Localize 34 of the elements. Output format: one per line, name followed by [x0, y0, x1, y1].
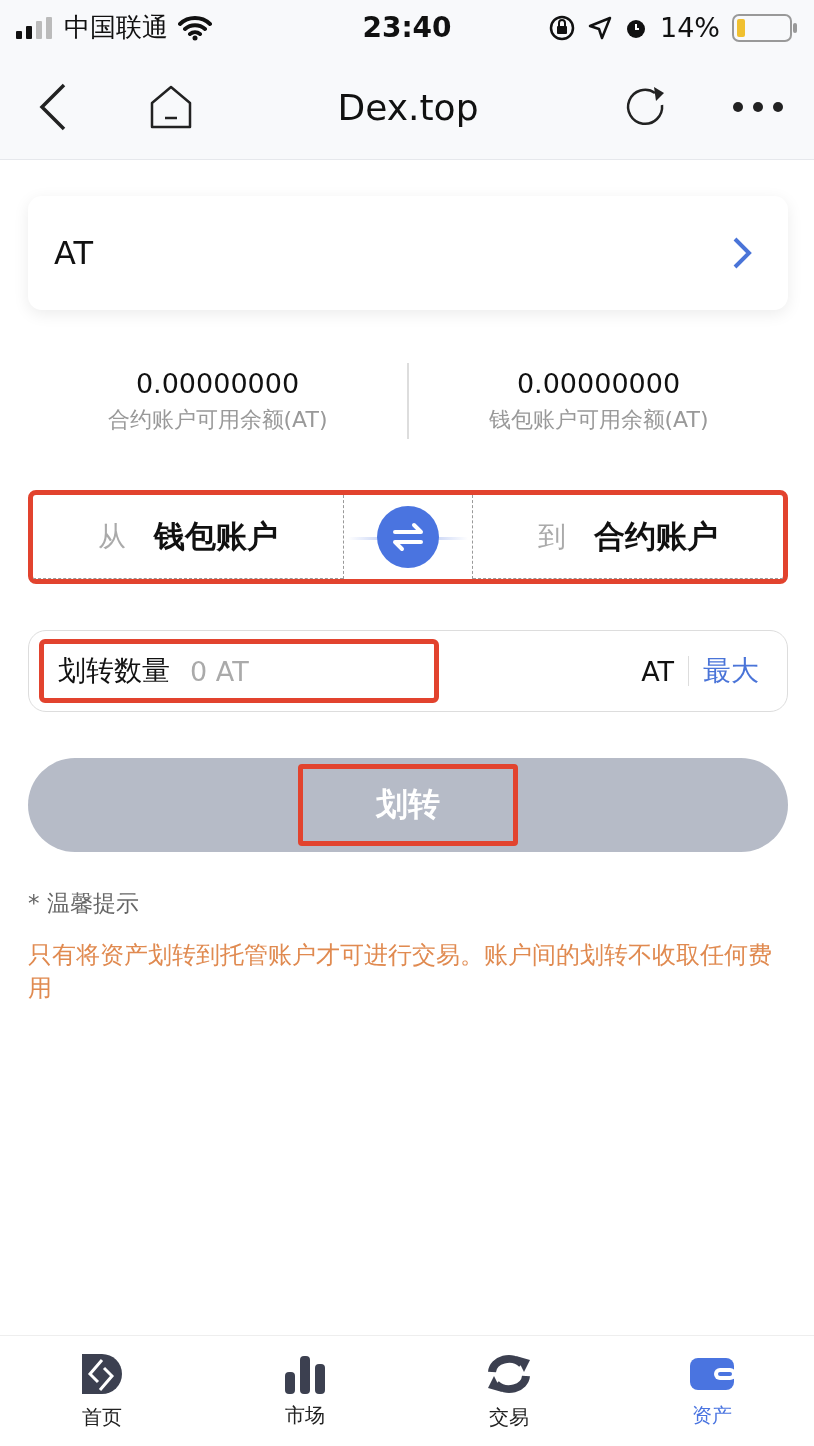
- balance-label: 合约账户可用余额(AT): [107, 405, 328, 434]
- to-account-selector[interactable]: 到 合约账户: [473, 495, 783, 579]
- unit-label: AT: [641, 655, 674, 687]
- battery-icon: [732, 12, 798, 43]
- rotation-lock-icon: [547, 13, 576, 42]
- logo-icon: [79, 1351, 124, 1396]
- chevron-right-icon: [732, 236, 752, 270]
- back-icon[interactable]: [38, 83, 68, 131]
- page-title: Dex.top: [336, 86, 480, 128]
- amount-input[interactable]: 0 AT: [188, 654, 372, 688]
- amount-label: 划转数量: [58, 653, 170, 689]
- tab-item[interactable]: 首页: [0, 1336, 204, 1446]
- tip-title: * 温馨提示: [28, 889, 140, 918]
- amount-field[interactable]: 划转数量 0 AT AT 最大: [28, 630, 788, 712]
- balance-label: 钱包账户可用余额(AT): [488, 405, 709, 434]
- balance-amount: 0.00000000: [516, 367, 681, 399]
- tip-text: 只有将资产划转到托管账户才可进行交易。账户间的划转不收取任何费用: [28, 940, 773, 1004]
- signal-icon: [16, 16, 54, 39]
- max-button[interactable]: 最大: [703, 652, 759, 690]
- swap-arrows-icon[interactable]: [377, 506, 439, 568]
- location-arrow-icon: [587, 15, 612, 40]
- tab-item[interactable]: 市场: [203, 1336, 407, 1446]
- battery-percent: 14%: [659, 12, 720, 43]
- token-selector[interactable]: AT: [28, 196, 788, 310]
- bar-chart-icon: [283, 1353, 328, 1394]
- balance-amount: 0.00000000: [135, 367, 300, 399]
- more-icon[interactable]: [732, 101, 784, 113]
- wifi-icon: [178, 14, 212, 41]
- status-time: 23:40: [362, 11, 452, 44]
- tab-item[interactable]: 资产: [610, 1336, 814, 1446]
- tab-item[interactable]: 交易: [407, 1336, 611, 1446]
- from-account-selector[interactable]: 从 钱包账户: [33, 495, 343, 579]
- carrier-name: 中国联通: [64, 11, 168, 44]
- home-icon[interactable]: [150, 85, 192, 129]
